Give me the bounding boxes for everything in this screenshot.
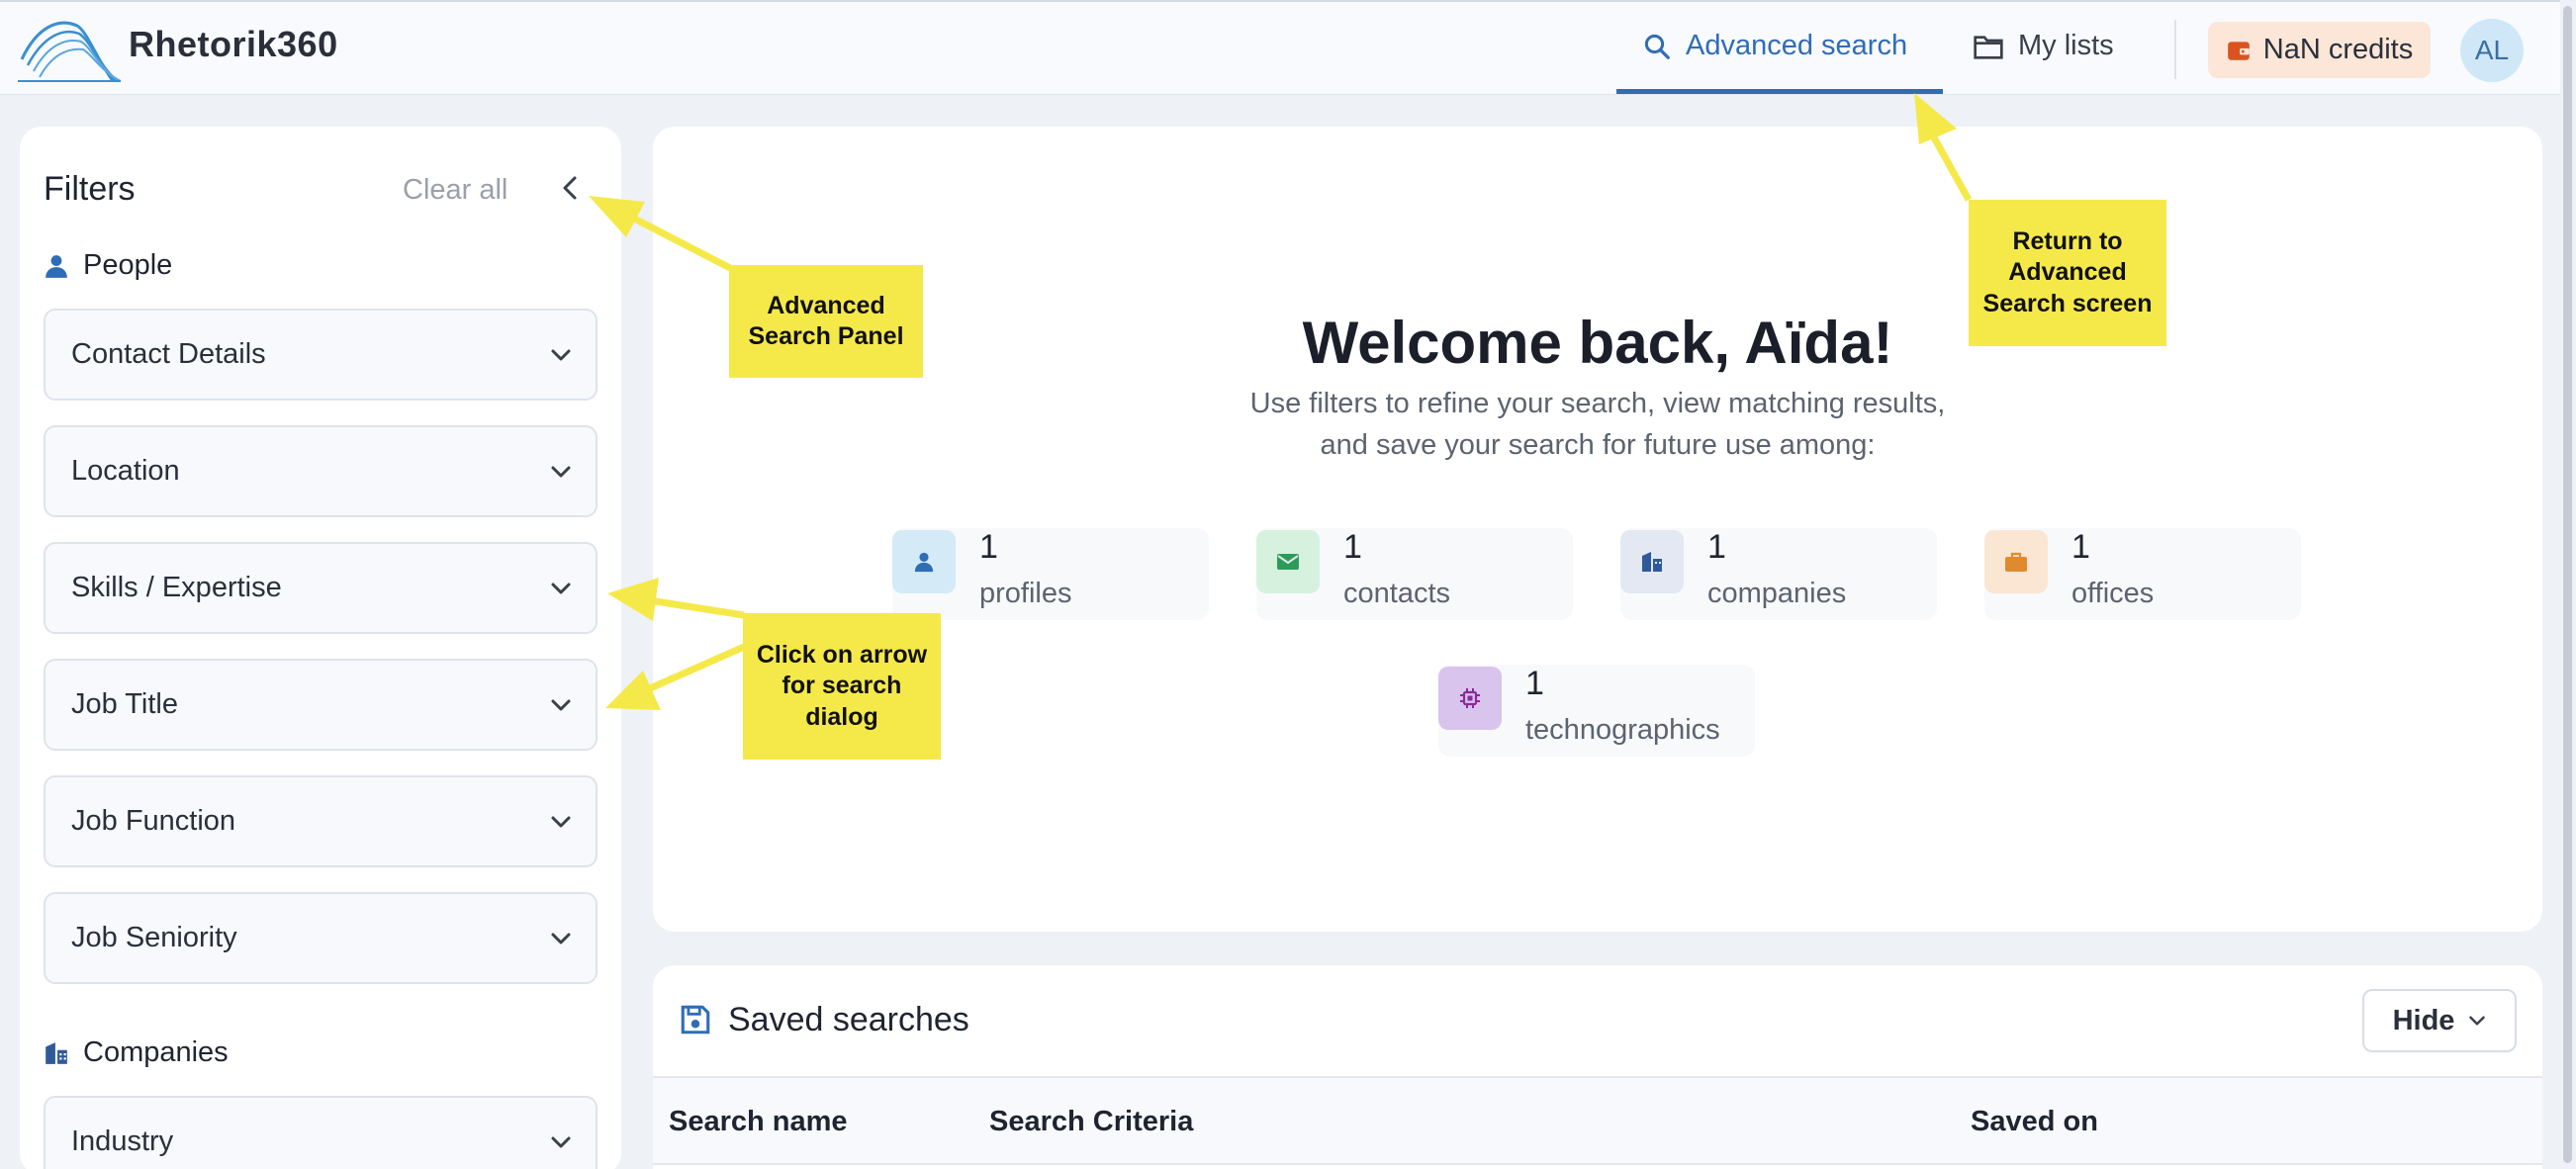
stat-label: companies <box>1707 578 1847 609</box>
saved-searches-card: Saved searches Hide Search name Search C… <box>653 965 2542 1169</box>
wallet-icon <box>2227 41 2250 60</box>
nav-my-lists-label: My lists <box>2018 30 2114 61</box>
rhetorik-logo-icon[interactable] <box>18 16 122 85</box>
chevron-down-icon <box>2469 1016 2486 1026</box>
stat-count: 1 <box>1707 528 1726 566</box>
scrollbar-thumb[interactable] <box>2563 6 2572 1163</box>
filters-title: Filters <box>44 170 136 208</box>
nav-advanced-search[interactable]: Advanced search <box>1642 30 1907 62</box>
filter-label: Job Function <box>71 805 236 837</box>
welcome-title: Welcome back, Aïda! <box>1302 310 1893 376</box>
person-icon <box>46 254 67 278</box>
annotation-line: Search Panel <box>748 322 904 350</box>
stat-count: 1 <box>1343 528 1362 566</box>
chevron-down-icon[interactable] <box>550 582 572 595</box>
building-icon <box>1620 530 1684 593</box>
stat-count: 1 <box>979 528 998 566</box>
welcome-subtitle-line1: Use filters to refine your search, view … <box>1249 388 1946 419</box>
annotation-advanced-search-panel: Advanced Search Panel <box>729 265 923 378</box>
stat-offices: 1 offices <box>1984 528 2301 620</box>
nav-divider <box>2174 20 2176 79</box>
annotation-line: dialog <box>805 702 878 731</box>
chevron-down-icon[interactable] <box>550 348 572 362</box>
saved-searches-title: Saved searches <box>728 1001 969 1038</box>
stat-contacts: 1 contacts <box>1256 528 1573 620</box>
annotation-click-on-arrow: Click on arrow for search dialog <box>743 613 941 760</box>
folder-icon <box>1974 35 2003 59</box>
people-section-heading: People <box>44 249 172 282</box>
stat-label: offices <box>2071 578 2155 609</box>
filter-contact-details[interactable]: Contact Details <box>44 309 598 401</box>
annotation-line: Advanced <box>767 291 885 319</box>
filter-label: Job Title <box>71 688 178 720</box>
collapse-panel-button[interactable] <box>554 170 586 206</box>
stat-companies: 1 companies <box>1620 528 1937 620</box>
chevron-down-icon[interactable] <box>550 932 572 945</box>
welcome-subtitle-line2: and save your search for future use amon… <box>1320 429 1876 461</box>
stat-count: 1 <box>2071 528 2090 566</box>
companies-section-heading: Companies <box>44 1036 229 1069</box>
user-avatar[interactable]: AL <box>2460 19 2524 82</box>
top-navigation-bar: Rhetorik360 Advanced search My lists NaN… <box>0 0 2576 95</box>
companies-heading-label: Companies <box>83 1036 229 1068</box>
search-icon <box>1644 34 1670 59</box>
chevron-down-icon[interactable] <box>550 1135 572 1149</box>
annotation-line: Click on arrow <box>756 641 928 670</box>
annotation-line: for search <box>782 672 902 700</box>
filter-skills-expertise[interactable]: Skills / Expertise <box>44 542 598 634</box>
mail-icon <box>1256 530 1320 593</box>
person-icon <box>892 530 956 593</box>
chip-icon <box>1438 667 1502 730</box>
building-icon <box>46 1041 67 1064</box>
hide-button-label: Hide <box>2392 1004 2455 1036</box>
filter-job-seniority[interactable]: Job Seniority <box>44 892 598 984</box>
stat-technographics: 1 technographics <box>1438 665 1755 757</box>
welcome-card: Welcome back, Aïda! Use filters to refin… <box>653 127 2542 932</box>
hide-button[interactable]: Hide <box>2362 989 2517 1052</box>
people-heading-label: People <box>83 249 173 281</box>
filter-job-title[interactable]: Job Title <box>44 659 598 751</box>
app-name: Rhetorik360 <box>129 24 338 64</box>
save-icon <box>681 1005 710 1034</box>
chevron-down-icon[interactable] <box>550 815 572 829</box>
credits-label: NaN credits <box>2262 34 2414 65</box>
chevron-down-icon[interactable] <box>550 465 572 479</box>
filter-label: Location <box>71 455 180 487</box>
filter-location[interactable]: Location <box>44 425 598 517</box>
nav-advanced-search-label: Advanced search <box>1686 30 1908 61</box>
filter-industry[interactable]: Industry <box>44 1096 598 1169</box>
briefcase-icon <box>1984 530 2048 593</box>
filter-label: Job Seniority <box>71 922 237 953</box>
annotation-line: Search screen <box>1982 289 2153 317</box>
nav-my-lists[interactable]: My lists <box>1973 30 2114 62</box>
stat-count: 1 <box>1525 665 1544 702</box>
filter-job-function[interactable]: Job Function <box>44 775 598 867</box>
filter-label: Contact Details <box>71 338 266 370</box>
active-tab-indicator <box>1616 89 1943 94</box>
column-header-search-criteria[interactable]: Search Criteria <box>989 1106 1193 1138</box>
annotation-return-to-advanced: Return to Advanced Search screen <box>1969 200 2166 346</box>
column-header-saved-on[interactable]: Saved on <box>1971 1106 2098 1138</box>
filters-panel: Filters Clear all People Contact Details… <box>20 127 621 1169</box>
filter-label: Industry <box>71 1125 174 1157</box>
clear-all-button[interactable]: Clear all <box>403 174 507 207</box>
credits-badge[interactable]: NaN credits <box>2208 22 2431 78</box>
annotation-line: Return to <box>2012 227 2123 256</box>
filter-label: Skills / Expertise <box>71 572 282 603</box>
stat-label: contacts <box>1343 578 1450 609</box>
stat-profiles: 1 profiles <box>892 528 1209 620</box>
column-header-search-name[interactable]: Search name <box>669 1106 848 1138</box>
chevron-left-icon <box>563 176 577 200</box>
annotation-line: Advanced <box>2008 258 2127 287</box>
stat-label: profiles <box>979 578 1072 609</box>
chevron-down-icon[interactable] <box>550 698 572 712</box>
stat-label: technographics <box>1525 714 1720 746</box>
saved-searches-table-header: Search name Search Criteria Saved on <box>653 1076 2542 1165</box>
